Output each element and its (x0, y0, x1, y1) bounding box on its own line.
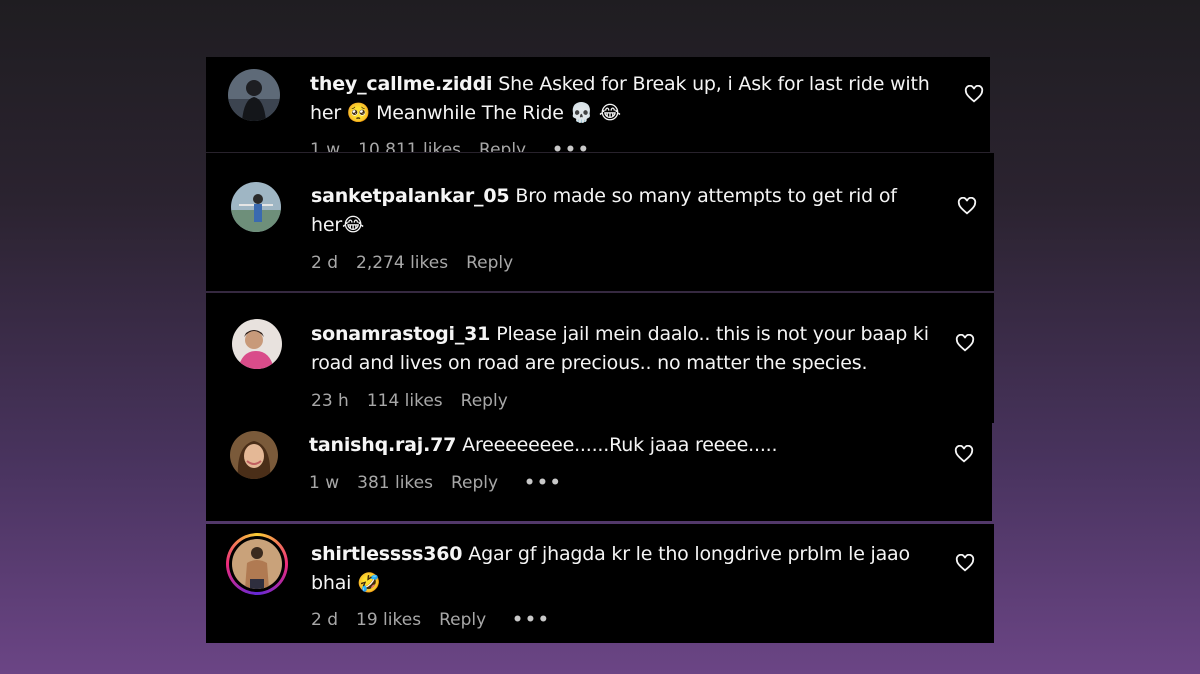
comment-text: tanishq.raj.77 Areeeeeeee......Ruk jaaa r… (309, 431, 929, 460)
avatar[interactable] (228, 69, 280, 121)
comment-card: they_callme.ziddi She Asked for Break up,… (206, 57, 990, 152)
heart-outline-icon[interactable] (964, 85, 984, 103)
reply-button[interactable]: Reply (461, 391, 508, 411)
comment-likes[interactable]: 381 likes (357, 473, 433, 493)
comment-likes[interactable]: 19 likes (356, 610, 421, 630)
comment-meta: 23 h 114 likes Reply (311, 391, 534, 411)
avatar[interactable] (231, 182, 281, 232)
comment-username[interactable]: tanishq.raj.77 (309, 434, 456, 456)
comment-username[interactable]: they_callme.ziddi (310, 73, 492, 95)
more-options-icon[interactable]: ••• (552, 140, 591, 152)
comment-meta: 2 d 19 likes Reply ••• (311, 610, 569, 630)
reply-button[interactable]: Reply (439, 610, 486, 630)
comment-text: sonamrastogi_31 Please jail mein daalo.. … (311, 320, 931, 378)
comment-likes[interactable]: 2,274 likes (356, 253, 448, 273)
comment-time: 2 d (311, 253, 339, 273)
comment-card: shirtlessss360 Agar gf jhagda kr le tho l… (206, 524, 994, 643)
reply-button[interactable]: Reply (479, 140, 526, 152)
more-options-icon[interactable]: ••• (524, 473, 563, 493)
comment-meta: 1 w 10,811 likes Reply ••• (310, 140, 609, 152)
comment-meta: 1 w 381 likes Reply ••• (309, 473, 581, 493)
heart-outline-icon[interactable] (957, 197, 977, 215)
avatar[interactable] (230, 431, 278, 479)
comment-text: they_callme.ziddi She Asked for Break up,… (310, 70, 930, 128)
comment-text: sanketpalankar_05 Bro made so many attemp… (311, 182, 931, 240)
reply-button[interactable]: Reply (466, 253, 513, 273)
avatar[interactable] (232, 319, 282, 369)
comment-time: 23 h (311, 391, 349, 411)
comment-time: 2 d (311, 610, 339, 630)
comment-card: tanishq.raj.77 Areeeeeeee......Ruk jaaa r… (206, 423, 992, 521)
comment-card: sonamrastogi_31 Please jail mein daalo.. … (206, 293, 994, 423)
comment-likes[interactable]: 114 likes (367, 391, 443, 411)
more-options-icon[interactable]: ••• (512, 610, 551, 630)
avatar[interactable] (226, 533, 288, 595)
comment-meta: 2 d 2,274 likes Reply (311, 253, 539, 273)
comment-card: sanketpalankar_05 Bro made so many attemp… (206, 153, 994, 291)
comment-body: Areeeeeeee......Ruk jaaa reeee..... (462, 434, 778, 456)
heart-outline-icon[interactable] (954, 445, 974, 463)
comment-time: 1 w (310, 140, 341, 152)
comment-username[interactable]: sanketpalankar_05 (311, 185, 510, 207)
reply-button[interactable]: Reply (451, 473, 498, 493)
heart-outline-icon[interactable] (955, 554, 975, 572)
comment-username[interactable]: shirtlessss360 (311, 543, 462, 565)
comment-likes[interactable]: 10,811 likes (358, 140, 461, 152)
heart-outline-icon[interactable] (955, 334, 975, 352)
comment-username[interactable]: sonamrastogi_31 (311, 323, 490, 345)
comment-time: 1 w (309, 473, 340, 493)
comment-text: shirtlessss360 Agar gf jhagda kr le tho l… (311, 540, 931, 598)
